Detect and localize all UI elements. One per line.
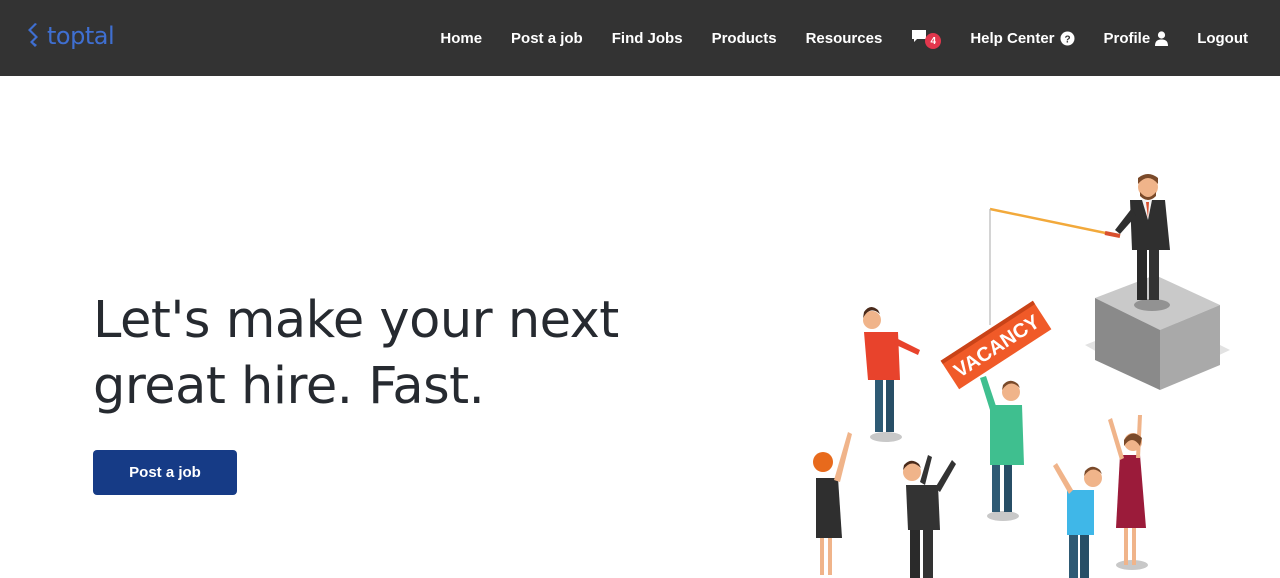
nav-links: Home Post a job Find Jobs Products Resou… xyxy=(440,0,1248,76)
nav-resources-link[interactable]: Resources xyxy=(806,30,883,47)
nav-products-link[interactable]: Products xyxy=(712,30,777,47)
messages-button[interactable]: 4 xyxy=(911,27,942,49)
person-red-shirt xyxy=(863,306,920,442)
person-orange-hair xyxy=(813,432,852,575)
svg-text:?: ? xyxy=(1064,34,1070,45)
hero-title-line-2: great hire. Fast. xyxy=(93,357,485,416)
question-circle-icon: ? xyxy=(1060,31,1075,46)
nav-home-link[interactable]: Home xyxy=(440,30,482,47)
toptal-logo[interactable]: toptal xyxy=(24,20,115,52)
nav-help-center-link[interactable]: Help Center ? xyxy=(970,30,1074,47)
nav-find-jobs-link[interactable]: Find Jobs xyxy=(612,30,683,47)
person-green-shirt xyxy=(980,376,1024,521)
person-black-suit xyxy=(903,455,956,578)
person-red-dress xyxy=(1108,415,1148,570)
person-blue-shirt xyxy=(1053,463,1102,578)
post-job-button[interactable]: Post a job xyxy=(93,450,237,495)
messages-count-badge: 4 xyxy=(925,33,942,49)
top-navbar: toptal Home Post a job Find Jobs Product… xyxy=(0,0,1280,76)
brand-name: toptal xyxy=(47,22,115,50)
vacancy-sign: VACANCY xyxy=(940,300,1052,390)
nav-post-job-link[interactable]: Post a job xyxy=(511,30,583,47)
profile-label: Profile xyxy=(1103,29,1151,47)
hero-title-line-1: Let's make your next xyxy=(93,291,619,350)
help-center-label: Help Center xyxy=(970,29,1055,47)
nav-logout-link[interactable]: Logout xyxy=(1197,30,1248,47)
hiring-illustration: VACANCY xyxy=(813,174,1230,578)
toptal-logo-icon xyxy=(28,23,38,47)
nav-profile-link[interactable]: Profile xyxy=(1104,30,1169,47)
user-icon xyxy=(1155,30,1169,46)
hero-title: Let's make your next great hire. Fast. xyxy=(93,288,693,420)
